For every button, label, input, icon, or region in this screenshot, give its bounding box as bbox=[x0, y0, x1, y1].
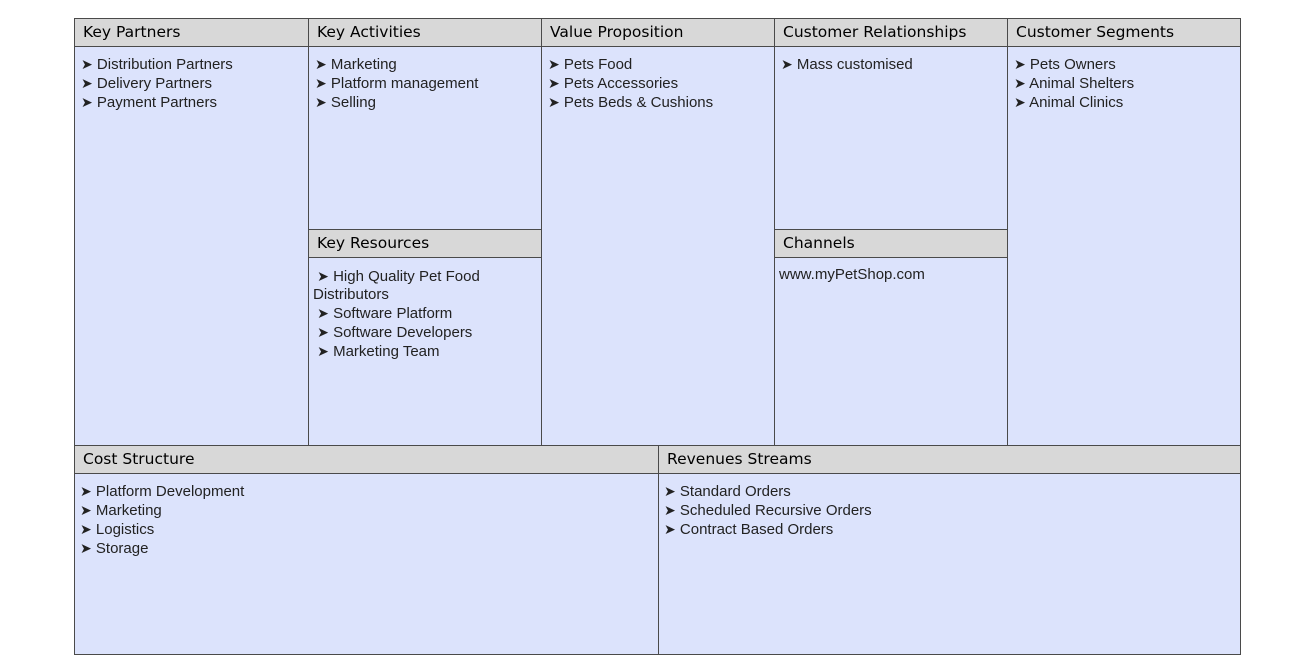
channels-title: Channels bbox=[775, 230, 1007, 258]
arrow-bullet-icon: ➤ bbox=[664, 521, 676, 537]
list-item: ➤ Payment Partners bbox=[81, 94, 217, 111]
arrow-bullet-icon: ➤ bbox=[1014, 94, 1026, 110]
customer-relationships-block: Customer Relationships ➤ Mass customised bbox=[775, 19, 1008, 230]
list-item: ➤ Pets Accessories bbox=[548, 75, 679, 92]
revenue-streams-block: Revenues Streams ➤ Standard Orders ➤ Sch… bbox=[659, 446, 1240, 654]
arrow-bullet-icon: ➤ bbox=[664, 483, 676, 499]
list-item: ➤ Mass customised bbox=[781, 56, 913, 73]
arrow-bullet-icon: ➤ bbox=[81, 56, 93, 72]
arrow-bullet-icon: ➤ bbox=[81, 94, 93, 110]
list-item: ➤ Pets Beds & Cushions bbox=[548, 94, 714, 111]
list-item: ➤ Platform management bbox=[315, 75, 479, 92]
list-item: ➤ Contract Based Orders bbox=[664, 521, 834, 538]
cost-structure-list: ➤ Platform Development ➤ Marketing ➤ Log… bbox=[75, 474, 658, 558]
business-model-canvas: Key Partners ➤ Distribution Partners ➤ D… bbox=[74, 18, 1241, 655]
channels-body: www.myPetShop.com bbox=[775, 258, 1007, 284]
list-item: ➤ Delivery Partners bbox=[81, 75, 212, 92]
key-resources-list: ➤ High Quality Pet Food Distributors ➤ S… bbox=[309, 258, 541, 361]
arrow-bullet-icon: ➤ bbox=[315, 75, 327, 91]
customer-segments-list: ➤ Pets Owners ➤ Animal Shelters ➤ Animal… bbox=[1008, 47, 1240, 112]
list-item: ➤ Logistics bbox=[80, 521, 155, 538]
cost-structure-title: Cost Structure bbox=[75, 446, 658, 474]
list-item: ➤ Marketing bbox=[315, 56, 397, 73]
list-item: ➤ Pets Food bbox=[548, 56, 633, 73]
arrow-bullet-icon: ➤ bbox=[1014, 56, 1026, 72]
list-item: ➤ Scheduled Recursive Orders bbox=[664, 502, 872, 519]
list-item: ➤ Pets Owners bbox=[1014, 56, 1116, 73]
channels-url: www.myPetShop.com bbox=[779, 266, 925, 283]
arrow-bullet-icon: ➤ bbox=[80, 521, 92, 537]
arrow-bullet-icon: ➤ bbox=[315, 56, 327, 72]
list-item: ➤ Selling bbox=[315, 94, 376, 111]
arrow-bullet-icon: ➤ bbox=[548, 94, 560, 110]
list-item: ➤ Marketing Team bbox=[317, 343, 440, 360]
arrow-bullet-icon: ➤ bbox=[317, 305, 329, 321]
arrow-bullet-icon: ➤ bbox=[80, 502, 92, 518]
arrow-bullet-icon: ➤ bbox=[81, 75, 93, 91]
arrow-bullet-icon: ➤ bbox=[548, 56, 560, 72]
channels-block: Channels www.myPetShop.com bbox=[775, 230, 1008, 446]
revenue-streams-title: Revenues Streams bbox=[659, 446, 1240, 474]
list-item: ➤ Animal Clinics bbox=[1014, 94, 1124, 111]
list-item: ➤ Marketing bbox=[80, 502, 162, 519]
arrow-bullet-icon: ➤ bbox=[548, 75, 560, 91]
arrow-bullet-icon: ➤ bbox=[317, 343, 329, 359]
key-activities-title: Key Activities bbox=[309, 19, 541, 47]
key-resources-title: Key Resources bbox=[309, 230, 541, 258]
list-item: ➤ Software Platform bbox=[317, 305, 453, 322]
key-partners-title: Key Partners bbox=[75, 19, 308, 47]
cost-structure-block: Cost Structure ➤ Platform Development ➤ … bbox=[75, 446, 659, 654]
customer-relationships-list: ➤ Mass customised bbox=[775, 47, 1007, 74]
list-item: ➤ Software Developers bbox=[317, 324, 473, 341]
arrow-bullet-icon: ➤ bbox=[664, 502, 676, 518]
list-item: ➤ High Quality Pet Food Distributors bbox=[313, 268, 480, 303]
arrow-bullet-icon: ➤ bbox=[317, 268, 329, 284]
value-proposition-title: Value Proposition bbox=[542, 19, 774, 47]
arrow-bullet-icon: ➤ bbox=[80, 540, 92, 556]
key-activities-block: Key Activities ➤ Marketing ➤ Platform ma… bbox=[309, 19, 542, 230]
list-item: ➤ Distribution Partners bbox=[81, 56, 233, 73]
arrow-bullet-icon: ➤ bbox=[1014, 75, 1026, 91]
list-item: ➤ Storage bbox=[80, 540, 149, 557]
list-item: ➤ Platform Development bbox=[80, 483, 245, 500]
arrow-bullet-icon: ➤ bbox=[317, 324, 329, 340]
arrow-bullet-icon: ➤ bbox=[315, 94, 327, 110]
key-activities-list: ➤ Marketing ➤ Platform management ➤ Sell… bbox=[309, 47, 541, 112]
list-item: ➤ Animal Shelters bbox=[1014, 75, 1135, 92]
value-proposition-block: Value Proposition ➤ Pets Food ➤ Pets Acc… bbox=[542, 19, 775, 446]
key-partners-block: Key Partners ➤ Distribution Partners ➤ D… bbox=[75, 19, 309, 446]
customer-relationships-title: Customer Relationships bbox=[775, 19, 1007, 47]
arrow-bullet-icon: ➤ bbox=[781, 56, 793, 72]
arrow-bullet-icon: ➤ bbox=[80, 483, 92, 499]
customer-segments-block: Customer Segments ➤ Pets Owners ➤ Animal… bbox=[1008, 19, 1240, 446]
customer-segments-title: Customer Segments bbox=[1008, 19, 1240, 47]
key-partners-list: ➤ Distribution Partners ➤ Delivery Partn… bbox=[75, 47, 308, 112]
key-resources-block: Key Resources ➤ High Quality Pet Food Di… bbox=[309, 230, 542, 446]
value-proposition-list: ➤ Pets Food ➤ Pets Accessories ➤ Pets Be… bbox=[542, 47, 774, 112]
list-item: ➤ Standard Orders bbox=[664, 483, 791, 500]
revenue-streams-list: ➤ Standard Orders ➤ Scheduled Recursive … bbox=[659, 474, 1240, 539]
